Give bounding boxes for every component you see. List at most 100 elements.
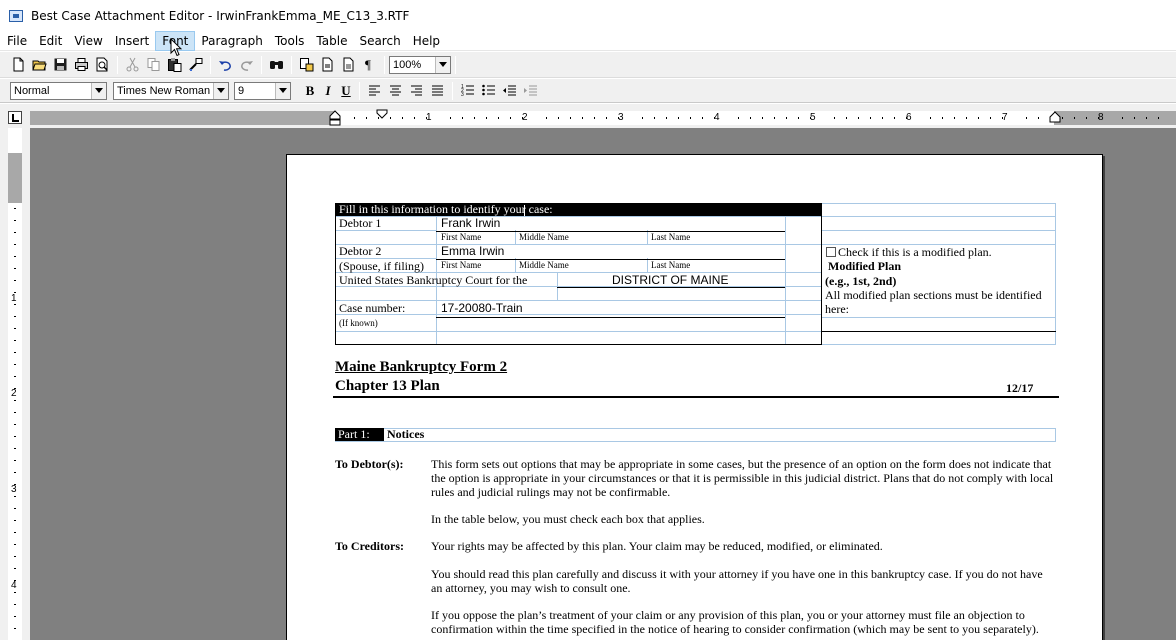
font-value: Times New Roman bbox=[117, 84, 211, 97]
ruler-tick bbox=[522, 117, 523, 119]
grid-line bbox=[822, 203, 1056, 204]
print-preview-icon[interactable] bbox=[93, 55, 112, 74]
vruler-tick bbox=[14, 352, 16, 353]
ruler-tick bbox=[966, 117, 967, 119]
left-margin-area bbox=[30, 111, 335, 125]
italic-button[interactable]: I bbox=[319, 83, 337, 99]
redo-icon[interactable] bbox=[237, 55, 256, 74]
chevron-down-icon bbox=[275, 82, 290, 99]
document-page[interactable]: Fill in this information to identify you… bbox=[286, 154, 1103, 640]
vruler-tick bbox=[14, 340, 16, 341]
menu-tools[interactable]: Tools bbox=[269, 31, 311, 51]
menu-insert[interactable]: Insert bbox=[109, 31, 155, 51]
mouse-cursor-icon bbox=[170, 38, 182, 57]
if-known-label: (If known) bbox=[339, 318, 378, 328]
case-number-field[interactable]: 17-20080-Train bbox=[441, 301, 523, 315]
grid-line bbox=[335, 216, 822, 217]
ruler-tick bbox=[738, 117, 739, 119]
vruler-tick bbox=[14, 220, 16, 221]
form-date: 12/17 bbox=[1006, 381, 1034, 395]
align-center-icon[interactable] bbox=[386, 81, 405, 100]
undo-icon[interactable] bbox=[216, 55, 235, 74]
open-folder-icon[interactable] bbox=[30, 55, 49, 74]
first-line-indent-marker-icon[interactable] bbox=[376, 109, 388, 119]
menu-help[interactable]: Help bbox=[407, 31, 446, 51]
align-right-icon[interactable] bbox=[407, 81, 426, 100]
ruler-tick bbox=[354, 117, 355, 119]
toolbar-separator bbox=[291, 55, 292, 74]
grid-line bbox=[822, 344, 1056, 345]
save-icon[interactable] bbox=[51, 55, 70, 74]
part-label: Part 1: bbox=[338, 427, 370, 441]
vruler-tick bbox=[14, 592, 16, 593]
vruler-tick bbox=[14, 604, 16, 605]
chevron-down-icon bbox=[435, 56, 450, 73]
debtor2-name-field[interactable]: Emma Irwin bbox=[441, 244, 504, 258]
ruler-tick bbox=[1158, 117, 1159, 119]
format-painter-icon[interactable] bbox=[186, 55, 205, 74]
app-icon bbox=[9, 9, 23, 22]
bullet-list-icon[interactable] bbox=[479, 81, 498, 100]
middle-name-label: Middle Name bbox=[519, 260, 569, 270]
ruler-tick bbox=[930, 117, 931, 119]
vruler-number: 2 bbox=[11, 388, 17, 399]
ruler-tick bbox=[714, 117, 715, 119]
ruler-tick bbox=[1098, 117, 1099, 119]
toolbar-separator bbox=[384, 55, 385, 74]
page-setup-icon[interactable] bbox=[339, 55, 358, 74]
font-select[interactable]: Times New Roman bbox=[113, 81, 229, 100]
menu-search[interactable]: Search bbox=[353, 31, 406, 51]
spouse-label: (Spouse, if filing) bbox=[339, 259, 424, 273]
grid-line bbox=[1055, 428, 1056, 442]
align-left-icon[interactable] bbox=[365, 81, 384, 100]
vruler-tick bbox=[14, 460, 16, 461]
debtor1-label: Debtor 1 bbox=[339, 216, 382, 230]
vruler-tick bbox=[14, 328, 16, 329]
style-value: Normal bbox=[14, 84, 50, 97]
page-icon[interactable] bbox=[318, 55, 337, 74]
find-icon[interactable] bbox=[267, 55, 286, 74]
grid-line bbox=[822, 317, 1056, 318]
menu-paragraph[interactable]: Paragraph bbox=[195, 31, 268, 51]
numbered-list-icon[interactable]: 123 bbox=[458, 81, 477, 100]
district-field[interactable]: DISTRICT OF MAINE bbox=[612, 273, 728, 287]
ruler-tick bbox=[474, 117, 475, 119]
title-bar: Best Case Attachment Editor - IrwinFrank… bbox=[0, 0, 1176, 31]
menu-file[interactable]: File bbox=[0, 31, 33, 51]
new-document-icon[interactable] bbox=[9, 55, 28, 74]
ruler-scale[interactable]: 1 2 3 4 5 6 7 8 bbox=[30, 111, 1176, 125]
window-title: Best Case Attachment Editor - IrwinFrank… bbox=[31, 8, 410, 23]
debtor1-name-field[interactable]: Frank Irwin bbox=[441, 216, 500, 230]
style-select[interactable]: Normal bbox=[10, 81, 107, 100]
print-icon[interactable] bbox=[72, 55, 91, 74]
toolbar-separator bbox=[261, 55, 262, 74]
cut-icon[interactable] bbox=[123, 55, 142, 74]
right-indent-marker-icon[interactable] bbox=[1049, 111, 1061, 123]
bold-button[interactable]: B bbox=[301, 83, 319, 99]
tab-stop-selector[interactable] bbox=[8, 111, 22, 124]
ruler-tick bbox=[414, 117, 415, 119]
paste-icon[interactable] bbox=[165, 55, 184, 74]
menu-view[interactable]: View bbox=[68, 31, 108, 51]
vruler-tick bbox=[14, 316, 16, 317]
ruler-tick bbox=[570, 117, 571, 119]
document-workspace: Fill in this information to identify you… bbox=[30, 128, 1176, 640]
decrease-indent-icon[interactable] bbox=[500, 81, 519, 100]
insert-field-icon[interactable] bbox=[297, 55, 316, 74]
paragraph-mark-icon[interactable]: ¶ bbox=[360, 55, 379, 74]
zoom-select[interactable]: 100% bbox=[389, 55, 451, 74]
underline-button[interactable]: U bbox=[337, 83, 355, 99]
grid-line bbox=[822, 216, 1056, 217]
justify-icon[interactable] bbox=[428, 81, 447, 100]
left-indent-marker-icon[interactable] bbox=[329, 110, 341, 128]
modified-plan-checkbox[interactable] bbox=[826, 247, 836, 257]
grid-line bbox=[1055, 203, 1056, 345]
font-size-select[interactable]: 9 bbox=[234, 81, 291, 100]
ruler-tick bbox=[1026, 117, 1027, 119]
vertical-ruler: 1 2 3 4 bbox=[0, 128, 30, 640]
increase-indent-icon[interactable] bbox=[521, 81, 540, 100]
copy-icon[interactable] bbox=[144, 55, 163, 74]
ruler-tick bbox=[858, 117, 859, 119]
menu-edit[interactable]: Edit bbox=[33, 31, 68, 51]
menu-table[interactable]: Table bbox=[310, 31, 353, 51]
